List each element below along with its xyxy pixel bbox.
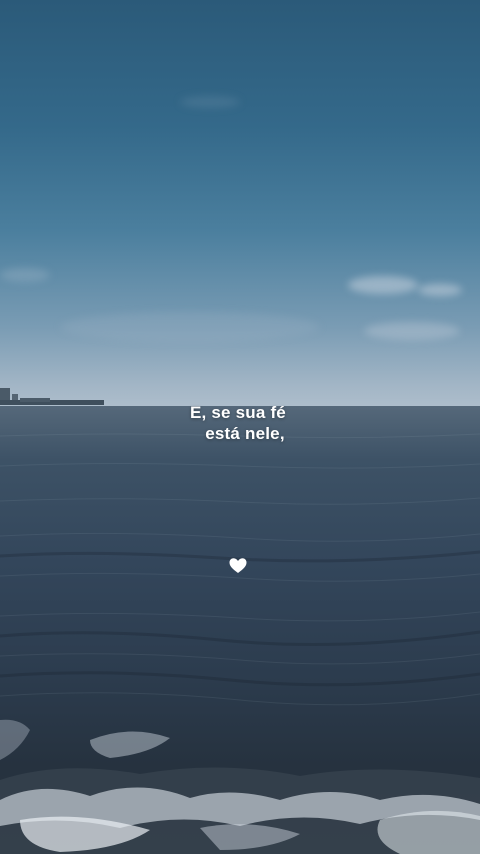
caption-line-1: E, se sua fé bbox=[190, 403, 286, 422]
cloud bbox=[364, 322, 460, 340]
wave-foam bbox=[0, 719, 480, 854]
sky bbox=[0, 0, 480, 420]
lyrics-caption: E, se sua fé está nele, bbox=[0, 402, 480, 444]
video-frame[interactable]: E, se sua fé está nele, bbox=[0, 0, 480, 854]
cloud bbox=[60, 312, 320, 342]
cloud bbox=[348, 276, 418, 294]
caption-line-2: está nele, bbox=[205, 424, 285, 443]
heart-icon[interactable] bbox=[228, 556, 248, 576]
cloud bbox=[0, 268, 50, 282]
cloud bbox=[180, 96, 240, 108]
cloud bbox=[418, 284, 462, 296]
